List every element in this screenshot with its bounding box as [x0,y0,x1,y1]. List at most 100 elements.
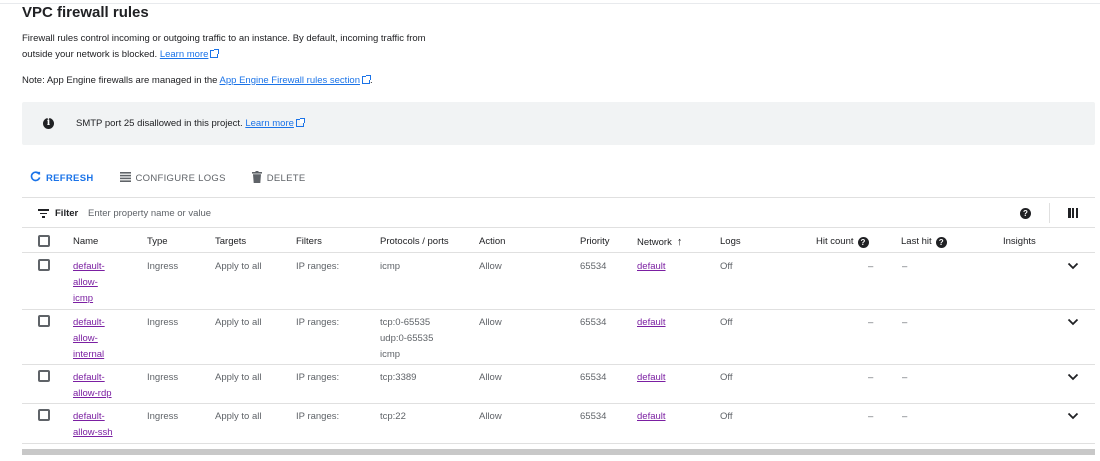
header-insights[interactable]: Insights [1003,236,1036,247]
rule-targets: Apply to all [215,411,262,422]
rule-type: Ingress [147,411,179,422]
network-link[interactable]: default [637,409,666,425]
row-checkbox[interactable] [38,315,50,327]
external-link-icon [362,75,371,84]
header-logs[interactable]: Logs [720,236,741,247]
help-icon[interactable]: ? [1020,208,1031,219]
rule-name-link[interactable]: default-allow-ssh [73,409,123,441]
horizontal-scrollbar[interactable] [22,449,1095,455]
rule-priority: 65534 [580,317,607,328]
rule-hit-count: – [868,317,874,328]
header-targets[interactable]: Targets [215,236,246,247]
chevron-down-icon[interactable] [1067,260,1079,272]
rule-priority: 65534 [580,372,607,383]
delete-label: DELETE [266,172,306,184]
chevron-down-icon[interactable] [1067,410,1079,422]
header-action[interactable]: Action [479,236,505,247]
network-link[interactable]: default [637,315,666,331]
header-hit-count-label: Hit count [816,236,854,247]
rule-logs: Off [720,317,733,328]
note-prefix: Note: App Engine firewalls are managed i… [22,75,218,86]
header-priority[interactable]: Priority [580,236,610,247]
configure-logs-button[interactable]: CONFIGURE LOGS [119,171,226,185]
rule-protocols: tcp:3389 [380,372,417,383]
help-icon[interactable]: ? [857,237,869,248]
rule-filters: IP ranges: [296,411,340,422]
description-text: Firewall rules control incoming or outgo… [22,33,426,60]
rule-name-link[interactable]: default-allow-icmp [73,259,117,307]
rule-targets: Apply to all [215,317,262,328]
filter-icon [38,209,49,218]
chevron-down-icon[interactable] [1067,316,1079,328]
trash-icon [251,170,262,186]
header-filters[interactable]: Filters [296,236,322,247]
rule-last-hit: – [902,411,908,422]
rule-filters: IP ranges: [296,317,340,328]
table-header: Name Type Targets Filters Protocols / po… [22,230,1095,253]
rule-type: Ingress [147,261,179,272]
learn-more-link[interactable]: Learn more [160,49,209,60]
refresh-label: REFRESH [46,172,94,184]
help-icon[interactable]: ? [935,237,947,248]
rule-type: Ingress [147,372,179,383]
rule-filters: IP ranges: [296,261,340,272]
rule-protocols: tcp:0-65535 udp:0-65535 icmp [380,317,434,360]
rule-priority: 65534 [580,261,607,272]
header-protocols-ports[interactable]: Protocols / ports [380,236,449,247]
banner-text: SMTP port 25 disallowed in this project.… [76,118,305,129]
chevron-down-icon[interactable] [1067,371,1079,383]
list-icon [119,171,131,185]
header-last-hit-label: Last hit [901,236,932,247]
filter-label: Filter [55,208,79,219]
rule-action: Allow [479,372,502,383]
rule-filters: IP ranges: [296,372,340,383]
rule-hit-count: – [868,411,874,422]
rule-hit-count: – [868,261,874,272]
row-checkbox[interactable] [38,259,50,271]
top-divider [0,3,1100,4]
rule-last-hit: – [902,317,908,328]
network-link[interactable]: default [637,259,666,275]
refresh-button[interactable]: REFRESH [30,171,94,185]
action-toolbar: REFRESH CONFIGURE LOGS DELETE [22,166,332,190]
toolbar-divider [22,197,1095,198]
rule-action: Allow [479,261,502,272]
rule-priority: 65534 [580,411,607,422]
header-name[interactable]: Name [73,236,98,247]
header-hit-count[interactable]: Hit count? [816,236,869,248]
sort-ascending-icon: ↑ [676,236,683,248]
row-checkbox[interactable] [38,409,50,421]
app-engine-note: Note: App Engine firewalls are managed i… [22,75,373,86]
header-network-label: Network [637,237,672,248]
app-engine-firewall-link[interactable]: App Engine Firewall rules section [220,75,360,86]
delete-button[interactable]: DELETE [251,170,306,186]
table-row: default-allow-rdp Ingress Apply to all I… [22,365,1095,404]
table-row: default-allow-ssh Ingress Apply to all I… [22,404,1095,444]
rule-last-hit: – [902,372,908,383]
rule-action: Allow [479,411,502,422]
rule-targets: Apply to all [215,261,262,272]
rule-name-link[interactable]: default-allow-internal [73,315,117,363]
rule-hit-count: – [868,372,874,383]
select-all-checkbox[interactable] [38,235,50,247]
table-row: default-allow-icmp Ingress Apply to all … [22,254,1095,310]
filter-bar: Filter ? [22,199,1095,228]
rule-name-link[interactable]: default-allow-rdp [73,370,123,402]
rule-logs: Off [720,372,733,383]
page-title: VPC firewall rules [22,4,149,21]
header-last-hit[interactable]: Last hit? [901,236,947,248]
banner-learn-more-link[interactable]: Learn more [245,118,294,129]
network-link[interactable]: default [637,370,666,386]
header-type[interactable]: Type [147,236,168,247]
row-checkbox[interactable] [38,370,50,382]
table-row: default-allow-internal Ingress Apply to … [22,310,1095,365]
info-icon: i [43,118,54,129]
rule-protocols: icmp [380,261,401,272]
rule-action: Allow [479,317,502,328]
banner-message: SMTP port 25 disallowed in this project. [76,118,243,129]
page-description: Firewall rules control incoming or outgo… [22,31,442,62]
filter-input[interactable] [88,205,488,221]
filter-divider [1049,203,1050,223]
header-network[interactable]: Network ↑ [637,236,682,248]
column-display-options-icon[interactable] [1068,208,1078,218]
